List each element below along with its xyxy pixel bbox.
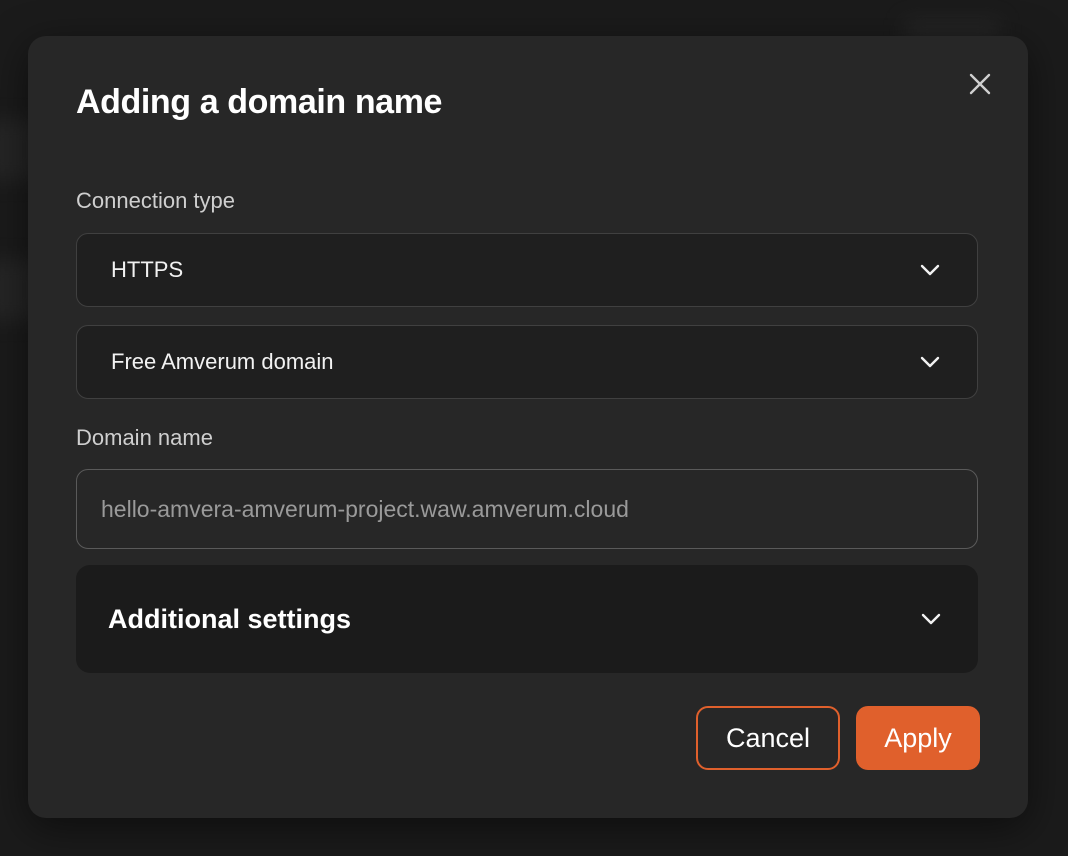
- add-domain-dialog: Adding a domain name Connection type HTT…: [28, 36, 1028, 818]
- domain-source-value: Free Amverum domain: [111, 349, 334, 374]
- dialog-title: Adding a domain name: [76, 83, 443, 121]
- domain-source-select[interactable]: Free Amverum domain: [76, 325, 978, 399]
- apply-button[interactable]: Apply: [856, 706, 980, 770]
- additional-settings-accordion[interactable]: Additional settings: [76, 565, 978, 673]
- domain-name-input[interactable]: [76, 469, 978, 549]
- close-button[interactable]: [962, 66, 998, 102]
- connection-type-label: Connection type: [76, 188, 235, 213]
- cancel-button[interactable]: Cancel: [696, 706, 840, 770]
- connection-type-value: HTTPS: [111, 257, 184, 282]
- chevron-down-icon: [919, 351, 941, 373]
- domain-name-label: Domain name: [76, 425, 213, 450]
- additional-settings-title: Additional settings: [108, 603, 351, 634]
- chevron-down-icon: [919, 259, 941, 281]
- close-icon: [969, 73, 991, 95]
- chevron-down-icon: [920, 608, 942, 630]
- connection-type-select[interactable]: HTTPS: [76, 233, 978, 307]
